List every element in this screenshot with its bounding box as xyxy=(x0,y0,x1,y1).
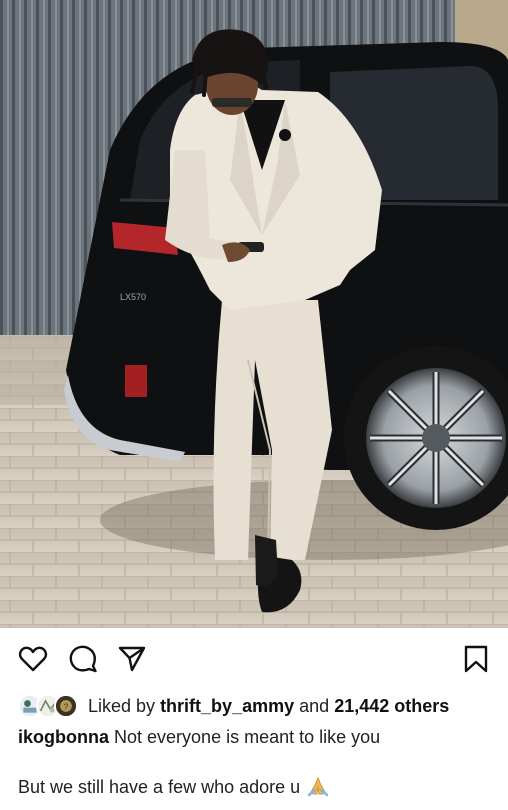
caption: ikogbonna Not everyone is meant to like … xyxy=(18,725,498,749)
liker-avatars: ? xyxy=(18,692,80,720)
paper-plane-icon[interactable] xyxy=(117,644,147,674)
likes-row[interactable]: ? Liked by thrift_by_ammy and 21,442 oth… xyxy=(18,690,498,722)
comment-icon[interactable] xyxy=(68,644,98,674)
heart-icon[interactable] xyxy=(18,644,48,674)
caption-text-line2: But we still have a few who adore u xyxy=(18,777,301,797)
post-photo[interactable]: LX570 xyxy=(0,0,508,628)
likes-prefix: Liked by xyxy=(88,696,156,716)
caption-continued: But we still have a few who adore u xyxy=(18,775,498,799)
caption-username[interactable]: ikogbonna xyxy=(18,727,109,747)
svg-text:LX570: LX570 xyxy=(120,292,146,302)
post-action-bar xyxy=(0,628,508,688)
folded-hands-icon xyxy=(307,775,329,797)
likes-others-count[interactable]: 21,442 others xyxy=(334,696,449,716)
likes-summary: Liked by thrift_by_ammy and 21,442 other… xyxy=(88,694,449,718)
avatar: ? xyxy=(54,694,78,718)
bookmark-icon[interactable] xyxy=(461,644,491,674)
likes-conjunction: and xyxy=(299,696,330,716)
liker-username[interactable]: thrift_by_ammy xyxy=(160,696,294,716)
svg-text:?: ? xyxy=(64,701,69,711)
caption-text-line1: Not everyone is meant to like you xyxy=(114,727,381,747)
post-photo-illustration: LX570 xyxy=(0,0,508,628)
